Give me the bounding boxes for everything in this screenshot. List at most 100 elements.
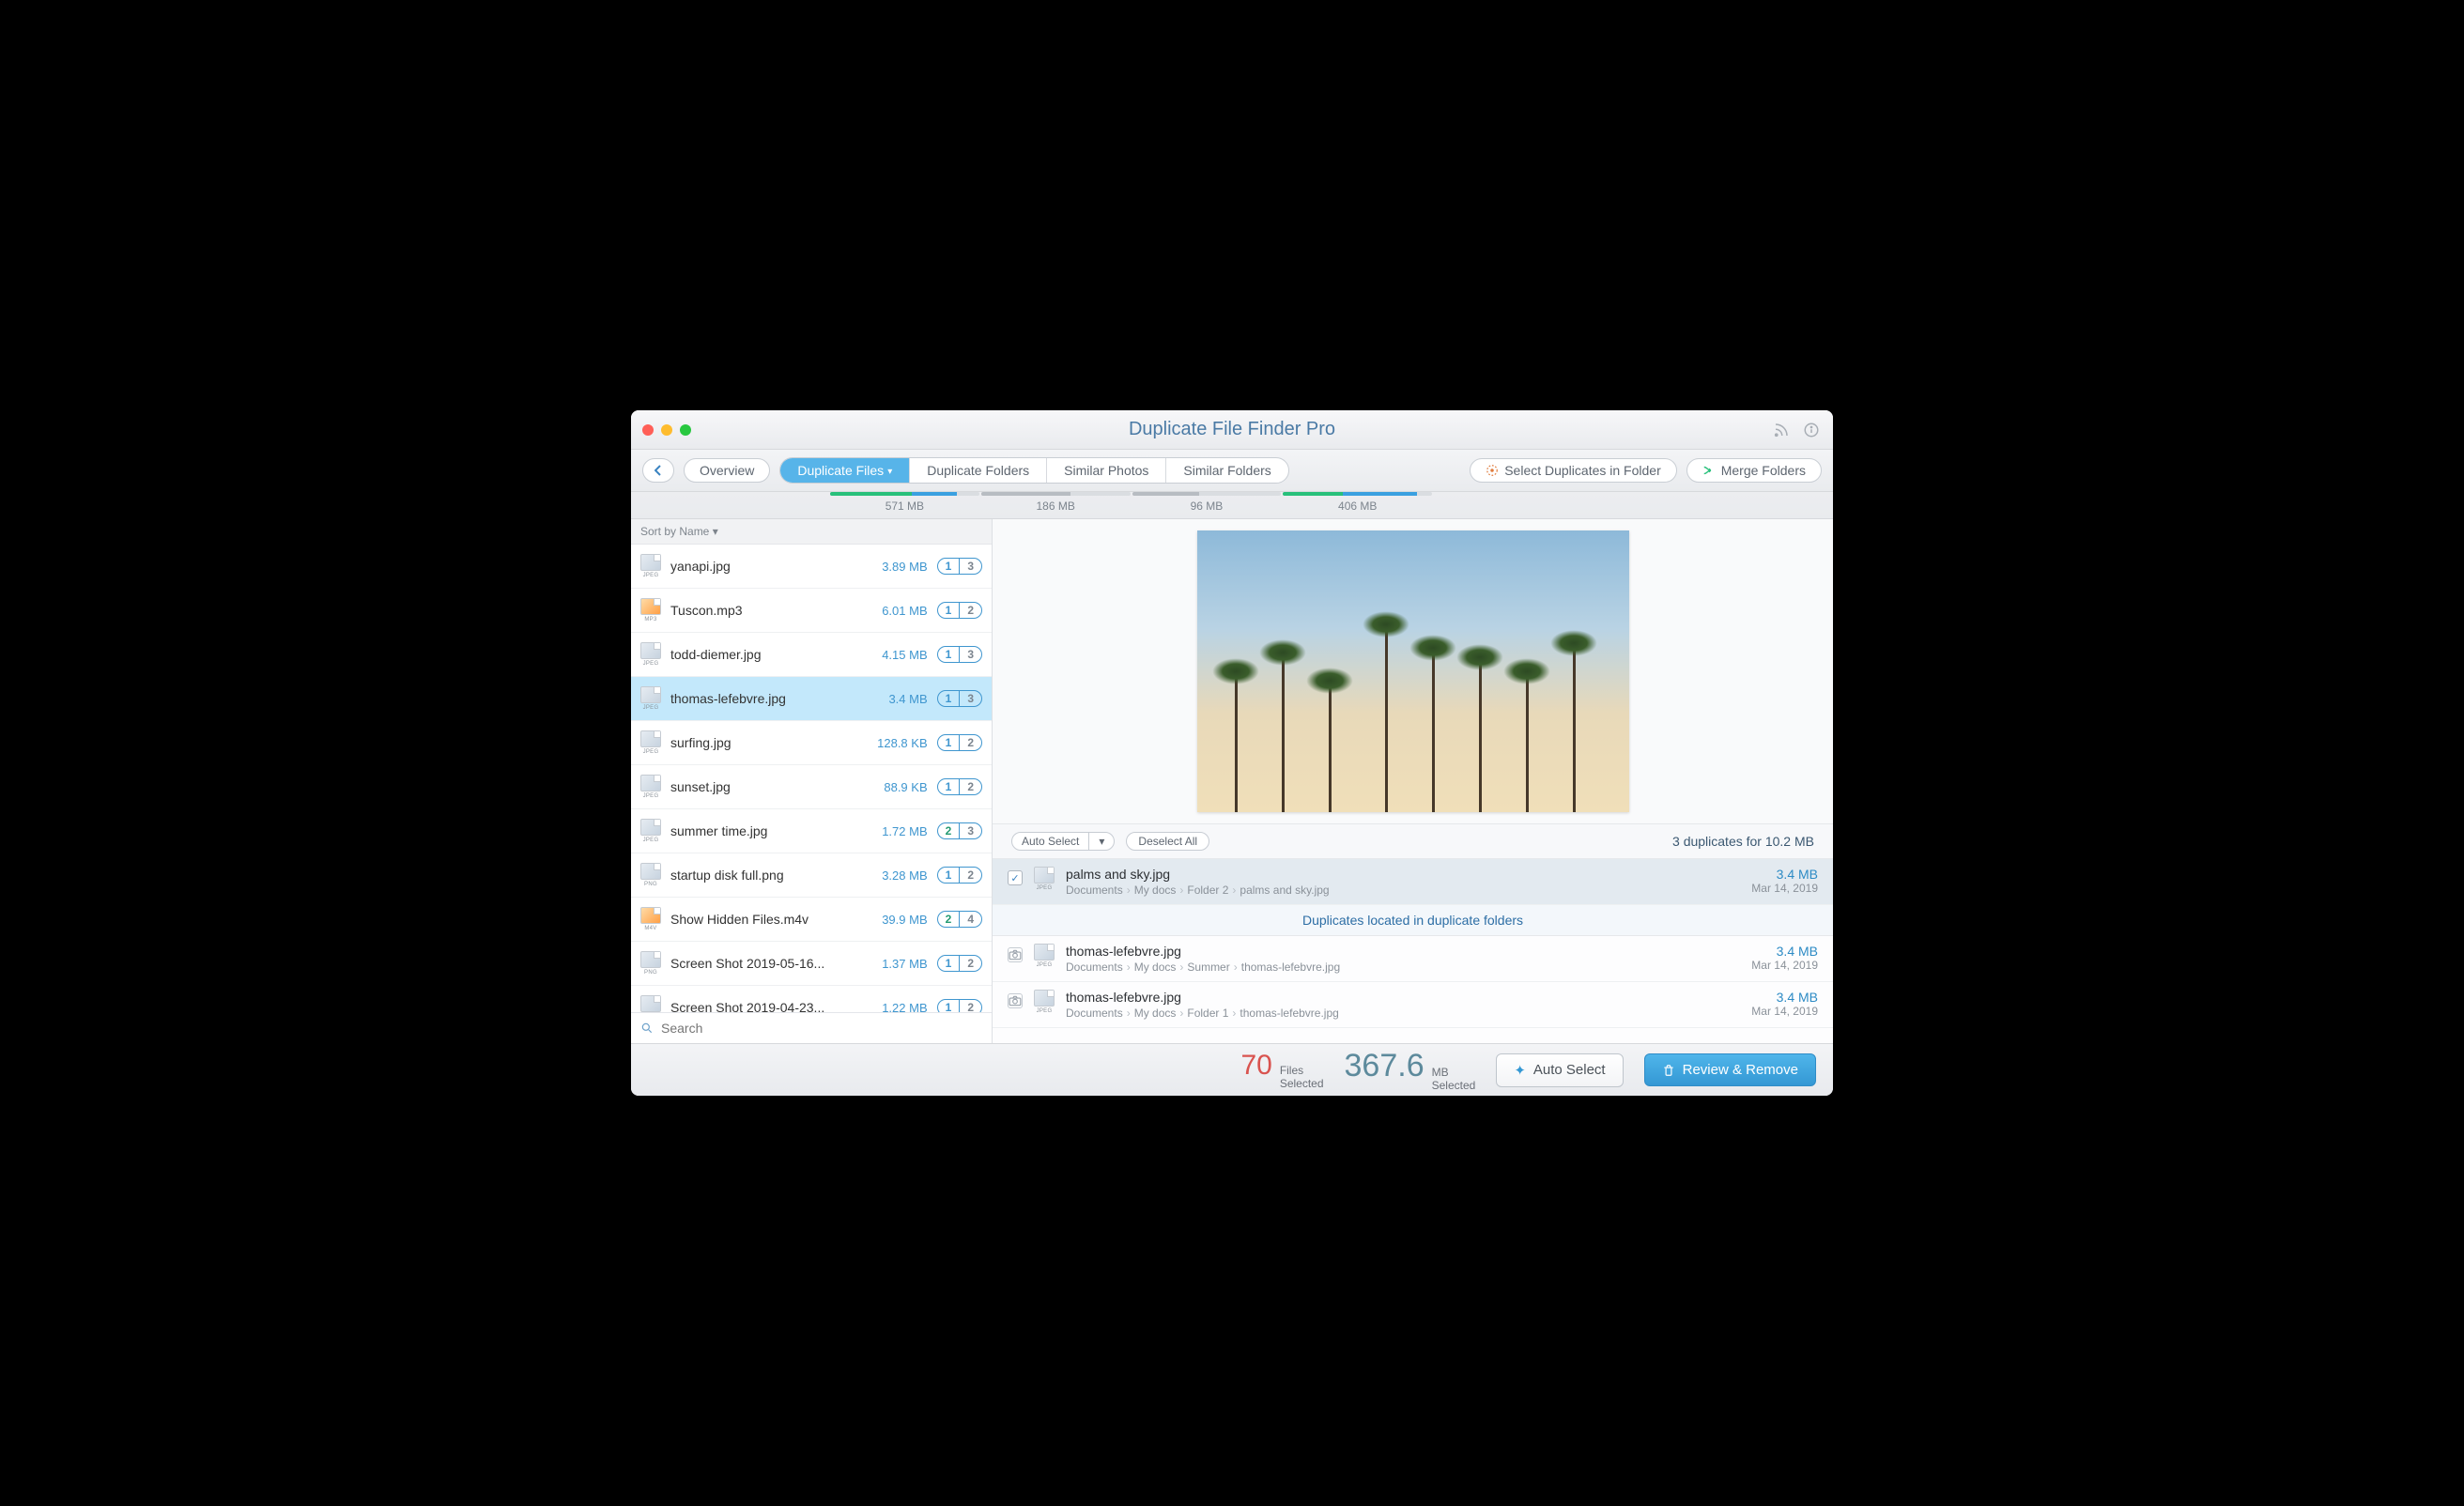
file-name: thomas-lefebvre.jpg — [670, 691, 853, 706]
tab-duplicate-files[interactable]: Duplicate Files — [780, 458, 910, 483]
file-icon: PNG — [640, 951, 661, 976]
list-item[interactable]: PNG startup disk full.png 3.28 MB 12 — [631, 853, 992, 898]
file-size: 3.89 MB — [862, 560, 928, 574]
file-icon: JPEG — [1034, 944, 1055, 968]
duplicate-row[interactable]: JPEG thomas-lefebvre.jpgDocuments›My docs… — [993, 936, 1833, 982]
file-name: Show Hidden Files.m4v — [670, 912, 853, 927]
footer-auto-select-button[interactable]: ✦ Auto Select — [1496, 1053, 1623, 1087]
mb-selected-stat: 367.6 MBSelected — [1345, 1048, 1476, 1091]
list-item[interactable]: JPEGsummer time.jpg1.72 MB23 — [631, 809, 992, 853]
footer: 70 FilesSelected 367.6 MBSelected ✦ Auto… — [631, 1043, 1833, 1096]
sort-dropdown[interactable]: Sort by Name ▾ — [631, 519, 992, 545]
view-tabs: Duplicate Files Duplicate Folders Simila… — [779, 457, 1288, 484]
count-badge: 12 — [937, 867, 982, 884]
duplicate-name: thomas-lefebvre.jpg — [1066, 944, 1740, 959]
duplicate-date: Mar 14, 2019 — [1751, 1005, 1818, 1018]
merge-folders-button[interactable]: Merge Folders — [1686, 458, 1822, 483]
list-item[interactable]: MP3Tuscon.mp36.01 MB12 — [631, 589, 992, 633]
trash-icon — [1662, 1064, 1675, 1077]
toolbar: Overview Duplicate Files Duplicate Folde… — [631, 450, 1833, 492]
file-name: startup disk full.png — [670, 868, 853, 883]
preview-area — [993, 519, 1833, 823]
list-item[interactable]: JPEGtodd-diemer.jpg4.15 MB13 — [631, 633, 992, 677]
count-badge: 12 — [937, 602, 982, 619]
tab-duplicate-folders[interactable]: Duplicate Folders — [910, 458, 1047, 483]
file-size: 1.37 MB — [862, 957, 928, 971]
auto-select-dropdown-button[interactable]: ▾ — [1089, 833, 1114, 850]
files-count: 70 — [1240, 1050, 1271, 1082]
progress-item: 96 MB — [1132, 492, 1282, 513]
duplicate-list: ✓ JPEG palms and sky.jpg Documents›My docs›… — [993, 859, 1833, 1043]
file-icon: PNG — [640, 995, 661, 1012]
list-item[interactable]: PNG Screen Shot 2019-05-16... 1.37 MB 12 — [631, 942, 992, 986]
auto-select-split: Auto Select ▾ — [1011, 832, 1115, 851]
list-item[interactable]: JPEGsurfing.jpg128.8 KB12 — [631, 721, 992, 765]
merge-icon — [1702, 464, 1716, 477]
review-remove-button[interactable]: Review & Remove — [1644, 1053, 1816, 1086]
count-badge: 13 — [937, 690, 982, 707]
list-item[interactable]: JPEGthomas-lefebvre.jpg3.4 MB13 — [631, 677, 992, 721]
file-icon: JPEG — [640, 686, 661, 711]
file-icon: JPEG — [1034, 867, 1055, 891]
search-icon — [640, 1022, 654, 1035]
overview-button[interactable]: Overview — [684, 458, 770, 483]
checkbox[interactable]: ✓ — [1008, 870, 1023, 885]
count-badge: 24 — [937, 911, 982, 928]
file-icon: JPEG — [1034, 990, 1055, 1014]
duplicate-summary: 3 duplicates for 10.2 MB — [1672, 834, 1814, 849]
list-item[interactable]: M4VShow Hidden Files.m4v39.9 MB24 — [631, 898, 992, 942]
back-button[interactable] — [642, 458, 674, 483]
select-duplicates-in-folder-button[interactable]: Select Duplicates in Folder — [1470, 458, 1677, 483]
file-size: 3.28 MB — [862, 868, 928, 883]
file-icon: JPEG — [640, 642, 661, 667]
file-size: 4.15 MB — [862, 648, 928, 662]
duplicate-row[interactable]: JPEGthomas-lefebvre.jpgDocuments›My docs… — [993, 982, 1833, 1028]
files-selected-stat: 70 FilesSelected — [1240, 1050, 1323, 1089]
camera-icon[interactable] — [1008, 993, 1023, 1008]
file-icon: MP3 — [640, 598, 661, 622]
file-icon: JPEG — [640, 554, 661, 578]
duplicate-name: palms and sky.jpg — [1066, 867, 1740, 882]
file-name: Screen Shot 2019-04-23... — [670, 1000, 853, 1012]
tab-similar-folders[interactable]: Similar Folders — [1166, 458, 1287, 483]
auto-select-detail-button[interactable]: Auto Select — [1012, 833, 1089, 850]
duplicate-date: Mar 14, 2019 — [1751, 882, 1818, 895]
camera-icon[interactable] — [1008, 947, 1023, 962]
duplicate-row[interactable]: ✓ JPEG palms and sky.jpg Documents›My docs›… — [993, 859, 1833, 905]
list-item[interactable]: JPEGsunset.jpg88.9 KB12 — [631, 765, 992, 809]
file-icon: JPEG — [640, 819, 661, 843]
deselect-all-button[interactable]: Deselect All — [1126, 832, 1209, 851]
duplicate-path: Documents›My docs›Summer›thomas-lefebvre… — [1066, 960, 1740, 974]
progress-row: 571 MB186 MB96 MB406 MB — [631, 492, 1833, 519]
file-name: Screen Shot 2019-05-16... — [670, 956, 853, 971]
count-badge: 12 — [937, 955, 982, 972]
file-name: todd-diemer.jpg — [670, 647, 853, 662]
app-window: Duplicate File Finder Pro Overview Dupli… — [631, 410, 1833, 1096]
rss-icon[interactable] — [1773, 422, 1790, 438]
duplicate-path: Documents›My docs›Folder 2›palms and sky… — [1066, 884, 1740, 897]
file-list[interactable]: JPEGyanapi.jpg3.89 MB13MP3Tuscon.mp36.01… — [631, 545, 992, 1012]
progress-item: 571 MB — [830, 492, 979, 513]
duplicate-size: 3.4 MB — [1751, 867, 1818, 882]
detail-actions: Auto Select ▾ Deselect All 3 duplicates … — [993, 823, 1833, 859]
list-item[interactable]: PNGScreen Shot 2019-04-23...1.22 MB12 — [631, 986, 992, 1012]
target-icon — [1486, 464, 1499, 477]
count-badge: 23 — [937, 822, 982, 839]
progress-item: 406 MB — [1283, 492, 1432, 513]
search-input[interactable] — [661, 1021, 982, 1036]
detail-pane: Auto Select ▾ Deselect All 3 duplicates … — [993, 519, 1833, 1043]
list-item[interactable]: JPEGyanapi.jpg3.89 MB13 — [631, 545, 992, 589]
file-size: 88.9 KB — [862, 780, 928, 794]
file-name: Tuscon.mp3 — [670, 603, 853, 618]
file-icon: JPEG — [640, 775, 661, 799]
titlebar: Duplicate File Finder Pro — [631, 410, 1833, 450]
duplicate-folder-banner: Duplicates located in duplicate folders — [993, 905, 1833, 936]
window-title: Duplicate File Finder Pro — [631, 419, 1833, 440]
info-icon[interactable] — [1803, 422, 1820, 438]
file-size: 39.9 MB — [862, 913, 928, 927]
search-bar[interactable] — [631, 1012, 992, 1043]
tab-similar-photos[interactable]: Similar Photos — [1047, 458, 1166, 483]
file-icon: PNG — [640, 863, 661, 887]
preview-image — [1197, 530, 1629, 812]
duplicate-date: Mar 14, 2019 — [1751, 959, 1818, 972]
